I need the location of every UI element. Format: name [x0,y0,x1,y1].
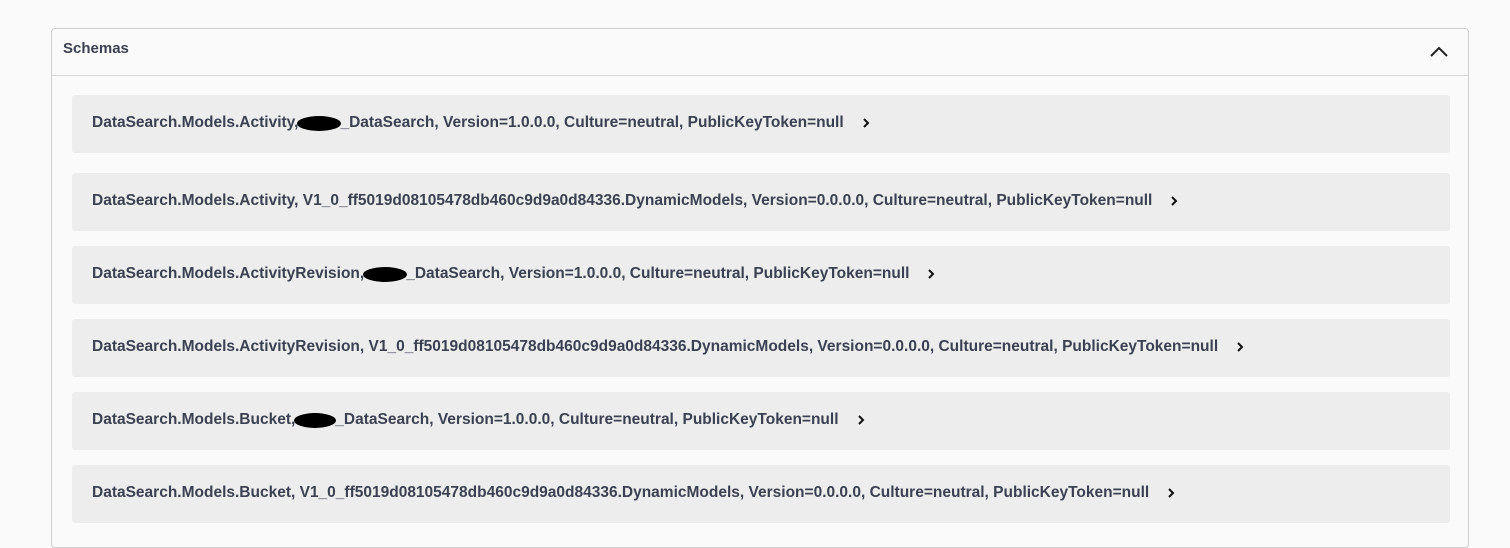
schema-label-prefix: DataSearch.Models.ActivityRevision, V1_0… [92,338,1219,355]
redaction-mark [363,266,408,282]
schema-label-prefix: DataSearch.Models.Activity, V1_0_ff5019d… [92,192,1153,209]
schema-item[interactable]: DataSearch.Models.ActivityRevision, _Dat… [72,246,1450,304]
schema-label-prefix: DataSearch.Models.ActivityRevision, [92,265,365,282]
chevron-up-icon [1430,46,1448,57]
schema-item[interactable]: DataSearch.Models.Activity, _DataSearch,… [72,95,1450,153]
schema-item[interactable]: DataSearch.Models.Bucket, V1_0_ff5019d08… [72,465,1450,523]
schema-item[interactable]: DataSearch.Models.Activity, V1_0_ff5019d… [72,173,1450,231]
schema-item[interactable]: DataSearch.Models.ActivityRevision, V1_0… [72,319,1450,377]
schema-label: DataSearch.Models.ActivityRevision, _Dat… [92,265,937,283]
redaction-mark [294,412,337,428]
schema-label-suffix: _DataSearch, Version=1.0.0.0, Culture=ne… [335,411,839,428]
chevron-right-icon [1171,196,1178,206]
schema-label: DataSearch.Models.Bucket, _DataSearch, V… [92,411,867,429]
chevron-right-icon [862,118,870,128]
schema-label-prefix: DataSearch.Models.Activity, [92,114,299,131]
schema-label-suffix: _DataSearch, Version=1.0.0.0, Culture=ne… [340,114,844,131]
schema-label: DataSearch.Models.ActivityRevision, V1_0… [92,338,1246,356]
chevron-right-icon [857,415,864,425]
collapse-button[interactable] [1428,41,1450,63]
panel-title: Schemas [63,40,129,57]
schemas-panel-header[interactable]: Schemas [52,29,1468,76]
schema-item[interactable]: DataSearch.Models.Bucket, _DataSearch, V… [72,392,1450,450]
chevron-right-icon [928,269,935,279]
redaction-mark [297,115,342,131]
chevron-right-icon [1237,342,1244,352]
schemas-panel: Schemas DataSearch.Models.Activity, _Dat… [51,28,1469,548]
schema-label: DataSearch.Models.Bucket, V1_0_ff5019d08… [92,484,1177,502]
schema-label-suffix: _DataSearch, Version=1.0.0.0, Culture=ne… [406,265,910,282]
schema-label-prefix: DataSearch.Models.Bucket, V1_0_ff5019d08… [92,484,1150,501]
schema-label-prefix: DataSearch.Models.Bucket, [92,411,296,428]
schema-label: DataSearch.Models.Activity, _DataSearch,… [92,114,872,132]
schema-label: DataSearch.Models.Activity, V1_0_ff5019d… [92,192,1180,210]
chevron-right-icon [1168,488,1175,498]
